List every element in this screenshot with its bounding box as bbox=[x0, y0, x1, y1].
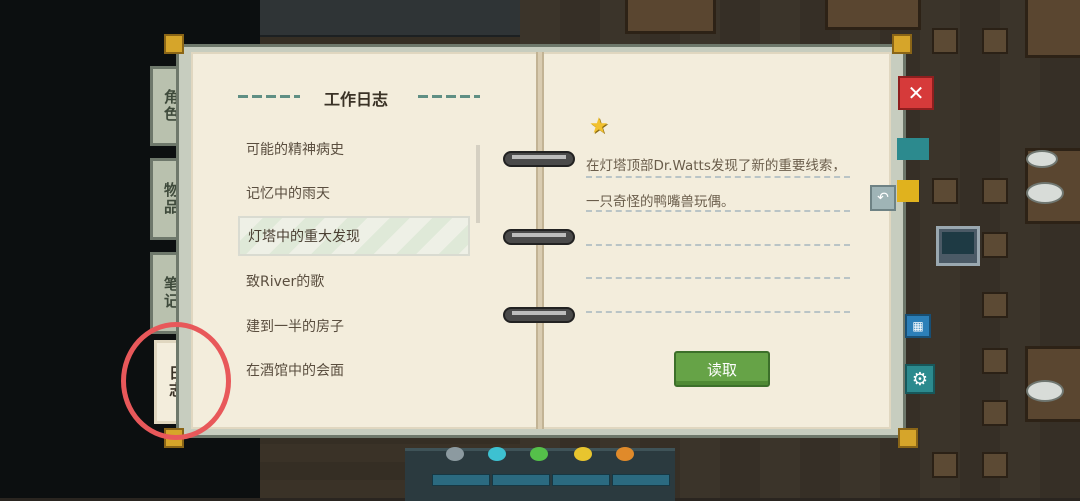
back-button[interactable]: ↶ bbox=[870, 185, 896, 211]
note-rule bbox=[586, 311, 850, 313]
highlight-circle bbox=[121, 322, 231, 440]
page-title: 工作日志 bbox=[324, 90, 389, 109]
background-chair bbox=[982, 400, 1008, 426]
hud-bar bbox=[492, 474, 550, 486]
star-icon: ★ bbox=[589, 114, 609, 139]
title-ornament bbox=[238, 95, 300, 98]
background-chair bbox=[982, 452, 1008, 478]
back-arrow-icon: ↶ bbox=[877, 190, 889, 206]
skill-icon[interactable] bbox=[530, 447, 548, 461]
close-button[interactable]: ✕ bbox=[898, 76, 934, 110]
plate bbox=[1026, 150, 1058, 168]
skill-icon[interactable] bbox=[574, 447, 592, 461]
background-table bbox=[625, 0, 716, 34]
title-ornament bbox=[418, 95, 480, 98]
hud-bar bbox=[432, 474, 490, 486]
log-entry[interactable]: 致River的歌 bbox=[238, 261, 470, 301]
hud-bar bbox=[612, 474, 670, 486]
note-line-2: 一只奇怪的鸭嘴兽玩偶。 bbox=[586, 194, 735, 210]
qr-code-icon[interactable]: ▦ bbox=[905, 314, 931, 338]
log-entry-selected[interactable]: 灯塔中的重大发现 bbox=[238, 216, 470, 256]
scrollbar[interactable] bbox=[476, 145, 480, 223]
book-corner bbox=[898, 428, 918, 448]
side-flag-yellow[interactable] bbox=[897, 180, 919, 202]
side-flag-teal[interactable] bbox=[897, 138, 929, 160]
note-rule bbox=[586, 244, 850, 246]
monitor-screen bbox=[942, 232, 974, 254]
background-chair bbox=[982, 348, 1008, 374]
background-chair bbox=[982, 28, 1008, 54]
background-chair bbox=[932, 178, 958, 204]
log-entry[interactable]: 建到一半的房子 bbox=[238, 306, 470, 346]
background-chair bbox=[982, 292, 1008, 318]
skill-icon[interactable] bbox=[488, 447, 506, 461]
read-button[interactable]: 读取 bbox=[674, 351, 770, 387]
log-entry[interactable]: 可能的精神病史 bbox=[238, 129, 470, 169]
gear-icon: ⚙ bbox=[911, 368, 929, 390]
book-corner bbox=[164, 34, 184, 54]
binder-ring bbox=[502, 226, 576, 248]
wall-strip bbox=[260, 0, 520, 37]
background-chair bbox=[982, 178, 1008, 204]
background-chair bbox=[932, 452, 958, 478]
binder-ring bbox=[502, 304, 576, 326]
hud-bar bbox=[552, 474, 610, 486]
note-rule bbox=[586, 277, 850, 279]
book-corner bbox=[892, 34, 912, 54]
skill-icon[interactable] bbox=[616, 447, 634, 461]
background-chair bbox=[932, 28, 958, 54]
plate bbox=[1026, 182, 1064, 204]
background-table bbox=[825, 0, 921, 30]
plate bbox=[1026, 380, 1064, 402]
settings-button[interactable]: ⚙ bbox=[905, 364, 935, 394]
close-icon: ✕ bbox=[907, 81, 925, 105]
skill-icon[interactable] bbox=[446, 447, 464, 461]
note-line-1: 在灯塔顶部Dr.Watts发现了新的重要线索， bbox=[586, 158, 846, 174]
background-table bbox=[1025, 0, 1080, 58]
note-rule bbox=[586, 176, 850, 178]
log-entry[interactable]: 在酒馆中的会面 bbox=[238, 350, 470, 390]
binder-ring bbox=[502, 148, 576, 170]
log-entry[interactable]: 记忆中的雨天 bbox=[238, 173, 470, 213]
background-chair bbox=[982, 232, 1008, 258]
note-rule bbox=[586, 210, 850, 212]
